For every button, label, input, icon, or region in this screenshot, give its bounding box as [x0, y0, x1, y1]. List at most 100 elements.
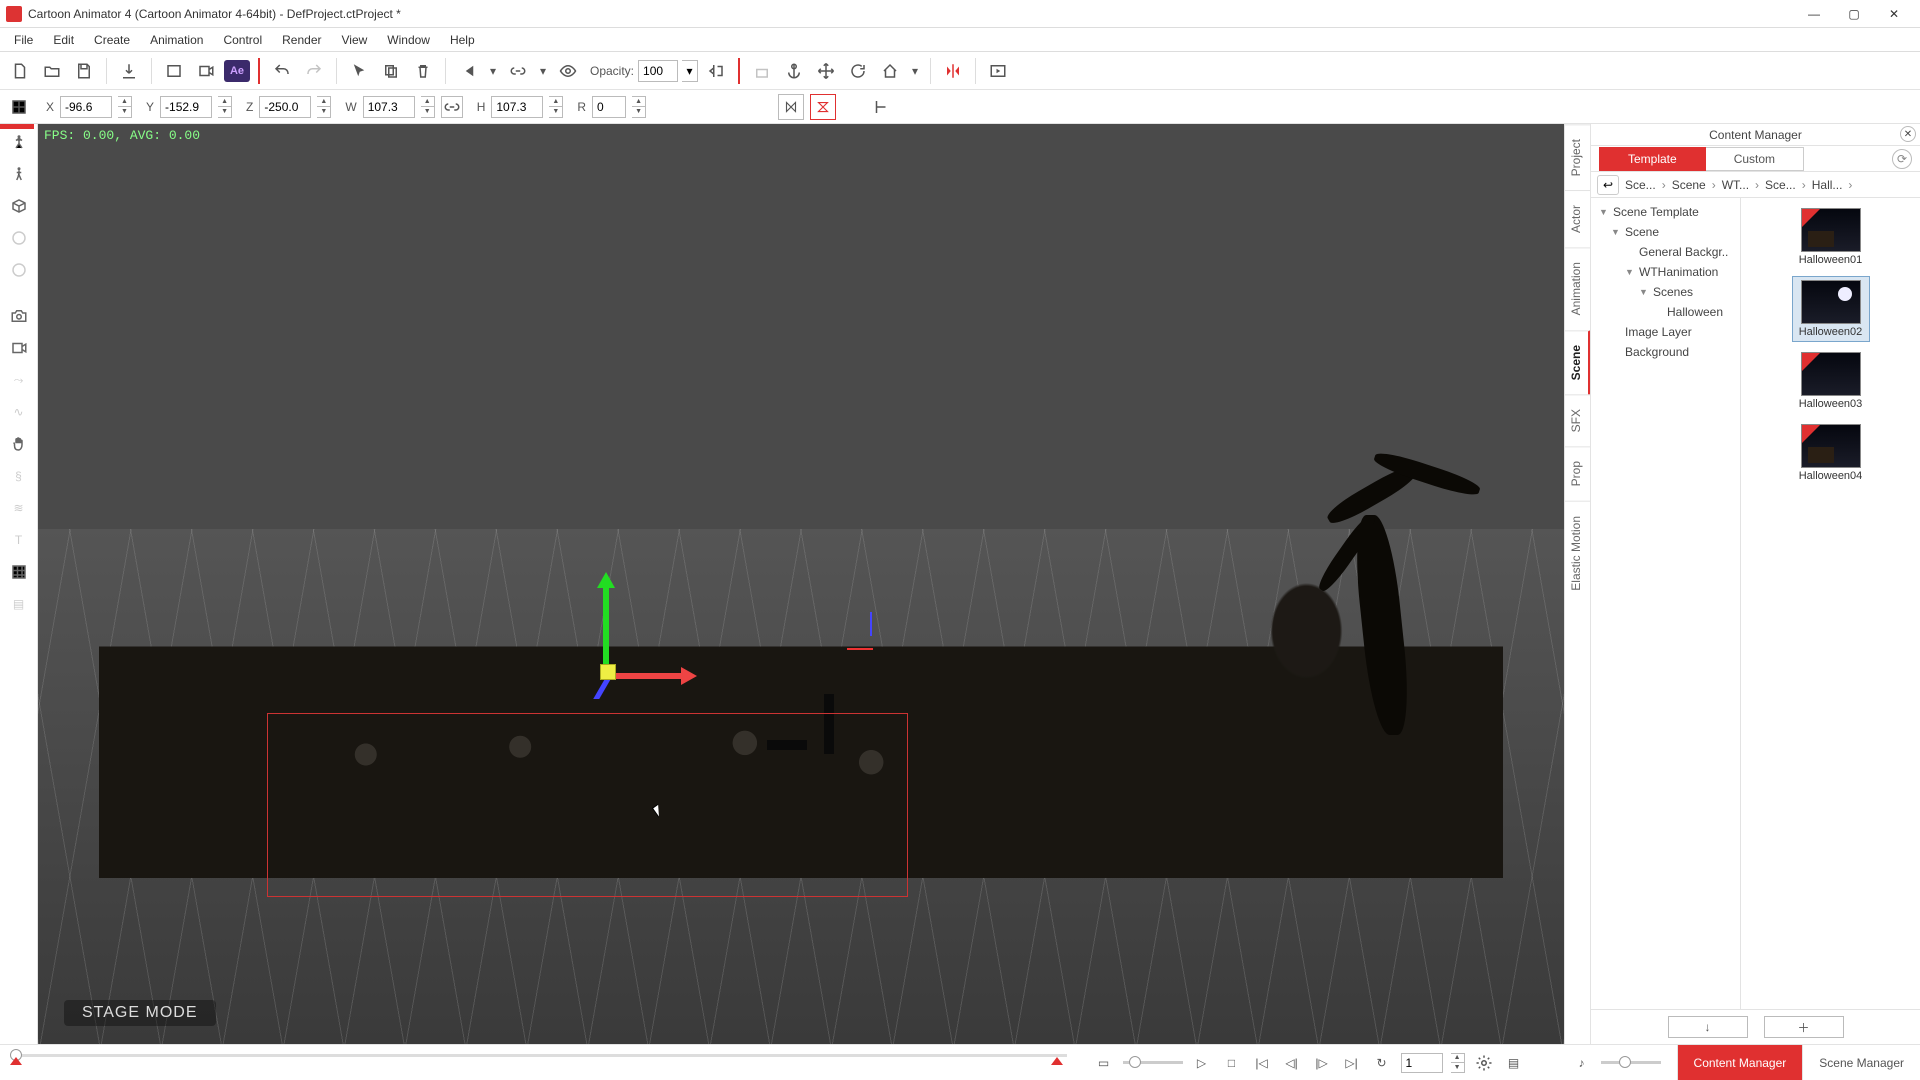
minimize-button[interactable]: —: [1794, 2, 1834, 26]
play-button[interactable]: ▷: [1191, 1052, 1213, 1074]
preview-button[interactable]: [984, 57, 1012, 85]
tree-item[interactable]: Image Layer: [1591, 322, 1740, 342]
cm-add-button[interactable]: ＋: [1764, 1016, 1844, 1038]
cat-sfx[interactable]: SFX: [1565, 394, 1590, 446]
link-button[interactable]: [504, 57, 532, 85]
h-input[interactable]: [491, 96, 543, 118]
export-video-button[interactable]: [192, 57, 220, 85]
stop-button[interactable]: □: [1221, 1052, 1243, 1074]
cm-back-button[interactable]: ↩: [1597, 175, 1619, 195]
new-project-button[interactable]: [6, 57, 34, 85]
link-wh-button[interactable]: [441, 96, 463, 118]
goto-start-button[interactable]: [454, 57, 482, 85]
cm-tab-custom[interactable]: Custom: [1706, 147, 1804, 171]
z-input[interactable]: [259, 96, 311, 118]
cat-prop[interactable]: Prop: [1565, 446, 1590, 500]
tree-item[interactable]: Background: [1591, 342, 1740, 362]
motion-tool[interactable]: ⤳: [5, 366, 33, 394]
collapse-icon[interactable]: ▼: [1639, 287, 1649, 297]
cm-thumbnails[interactable]: Halloween01Halloween02Halloween03Hallowe…: [1741, 198, 1920, 1009]
crumb[interactable]: WT...: [1718, 176, 1753, 194]
timeline-panel-button[interactable]: ▤: [1503, 1052, 1525, 1074]
tab-content-manager[interactable]: Content Manager: [1677, 1045, 1803, 1080]
collapse-icon[interactable]: ▼: [1611, 227, 1621, 237]
save-project-button[interactable]: [70, 57, 98, 85]
redo-button[interactable]: [300, 57, 328, 85]
menu-control[interactable]: Control: [213, 31, 272, 49]
pose-tool[interactable]: [5, 128, 33, 156]
current-frame-input[interactable]: [1401, 1053, 1443, 1073]
spring-tool[interactable]: §: [5, 462, 33, 490]
home-button[interactable]: [876, 57, 904, 85]
gizmo-x-arrow-icon[interactable]: [681, 667, 697, 685]
tree-item[interactable]: ▼WTHanimation: [1591, 262, 1740, 282]
menu-edit[interactable]: Edit: [43, 31, 84, 49]
cat-scene[interactable]: Scene: [1565, 330, 1590, 394]
bone-tool[interactable]: [5, 160, 33, 188]
thumbnail-item[interactable]: Halloween04: [1792, 420, 1870, 486]
thumbnail-item[interactable]: Halloween03: [1792, 348, 1870, 414]
grid-tool[interactable]: [5, 558, 33, 586]
menu-create[interactable]: Create: [84, 31, 140, 49]
cat-animation[interactable]: Animation: [1565, 247, 1590, 329]
goto-start-button[interactable]: |◁: [1251, 1052, 1273, 1074]
move-tool[interactable]: [812, 57, 840, 85]
r-input[interactable]: [592, 96, 626, 118]
tree-item[interactable]: ▼Scene Template: [1591, 202, 1740, 222]
r-spinner[interactable]: ▲▼: [632, 96, 646, 118]
cm-tree[interactable]: ▼Scene Template▼SceneGeneral Backgr..▼WT…: [1591, 198, 1741, 1009]
thumbnail-item[interactable]: Halloween02: [1792, 276, 1870, 342]
render-image-button[interactable]: [160, 57, 188, 85]
import-button[interactable]: [115, 57, 143, 85]
h-spinner[interactable]: ▲▼: [549, 96, 563, 118]
selection-box[interactable]: [267, 713, 908, 897]
timeline-track[interactable]: [10, 1054, 1067, 1057]
tree-item[interactable]: ▼Scenes: [1591, 282, 1740, 302]
w-input[interactable]: [363, 96, 415, 118]
menu-animation[interactable]: Animation: [140, 31, 213, 49]
link-dropdown-icon[interactable]: ▾: [536, 57, 550, 85]
tree-item[interactable]: ▼Scene: [1591, 222, 1740, 242]
marker-button[interactable]: ▭: [1093, 1052, 1115, 1074]
goto-end-button[interactable]: ▷|: [1341, 1052, 1363, 1074]
menu-view[interactable]: View: [331, 31, 377, 49]
cm-tab-template[interactable]: Template: [1599, 147, 1706, 171]
path-tool[interactable]: ∿: [5, 398, 33, 426]
visibility-button[interactable]: [554, 57, 582, 85]
slider-handle[interactable]: [1619, 1056, 1631, 1068]
crumb[interactable]: Hall...: [1808, 176, 1847, 194]
gizmo-center[interactable]: [600, 664, 616, 680]
face-tool[interactable]: [5, 224, 33, 252]
flip-v-button[interactable]: [810, 94, 836, 120]
tab-scene-manager[interactable]: Scene Manager: [1802, 1045, 1920, 1080]
collapse-icon[interactable]: ▼: [1599, 207, 1609, 217]
after-effects-button[interactable]: Ae: [224, 60, 250, 82]
mirror-button[interactable]: [939, 57, 967, 85]
gizmo-y-axis[interactable]: [603, 586, 609, 676]
thumbnail-item[interactable]: Halloween01: [1792, 204, 1870, 270]
grid-mode-button[interactable]: [6, 94, 32, 120]
slider-handle[interactable]: [1129, 1056, 1141, 1068]
loop-button[interactable]: ↻: [1371, 1052, 1393, 1074]
cm-refresh-button[interactable]: ⟳: [1892, 149, 1912, 169]
wind-tool[interactable]: ≋: [5, 494, 33, 522]
opacity-input[interactable]: [638, 60, 678, 82]
menu-window[interactable]: Window: [377, 31, 440, 49]
prop-tool[interactable]: [5, 192, 33, 220]
maximize-button[interactable]: ▢: [1834, 2, 1874, 26]
gizmo-y-arrow-icon[interactable]: [597, 572, 615, 588]
collapse-icon[interactable]: ▼: [1625, 267, 1635, 277]
camera-tool[interactable]: [5, 302, 33, 330]
delete-button[interactable]: [409, 57, 437, 85]
align-button[interactable]: [868, 94, 894, 120]
rotate-tool[interactable]: [844, 57, 872, 85]
y-input[interactable]: [160, 96, 212, 118]
w-spinner[interactable]: ▲▼: [421, 96, 435, 118]
cm-close-button[interactable]: ✕: [1900, 126, 1916, 142]
close-button[interactable]: ✕: [1874, 2, 1914, 26]
home-dropdown-icon[interactable]: ▾: [908, 57, 922, 85]
sprite-tool[interactable]: [5, 256, 33, 284]
record-tool[interactable]: [5, 334, 33, 362]
timeline-start-marker[interactable]: [10, 1057, 22, 1065]
duplicate-button[interactable]: [377, 57, 405, 85]
